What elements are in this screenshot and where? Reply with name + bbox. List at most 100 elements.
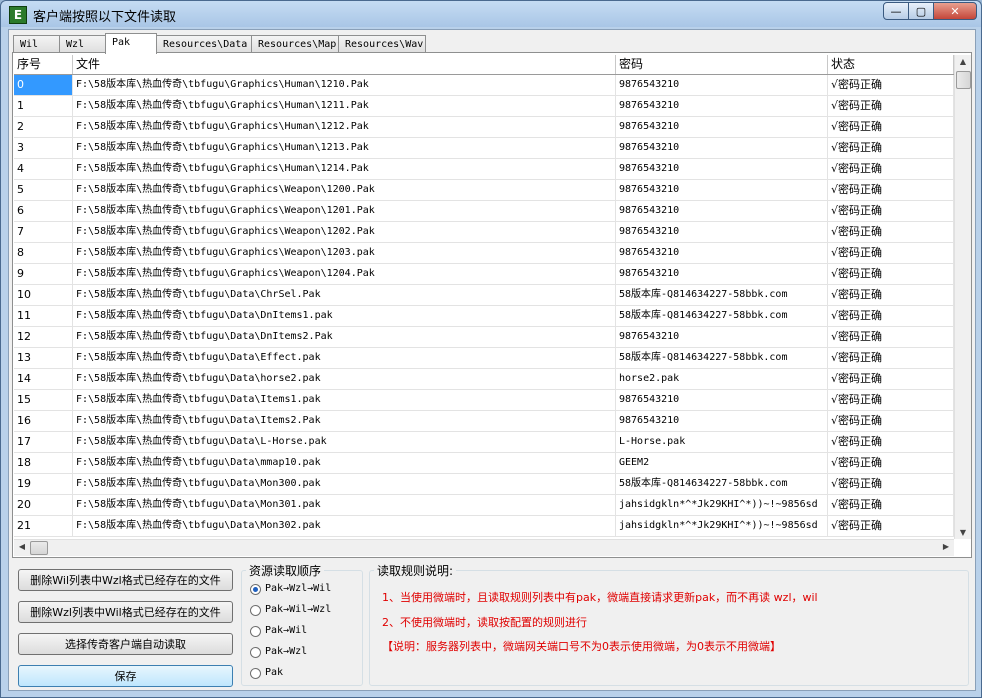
table-row[interactable]: 10 F:\58版本库\热血传奇\tbfugu\Data\ChrSel.Pak 58…: [14, 285, 954, 306]
cell-status[interactable]: √密码正确: [828, 369, 954, 389]
horizontal-scrollbar[interactable]: ◀ ▶: [14, 539, 954, 556]
cell-status[interactable]: √密码正确: [828, 348, 954, 368]
vertical-scroll-thumb[interactable]: [956, 71, 971, 89]
cell-password[interactable]: 9876543210: [616, 327, 828, 347]
cell-file[interactable]: F:\58版本库\热血传奇\tbfugu\Graphics\Human\1214…: [73, 159, 616, 179]
tab-resources-wav[interactable]: Resources\Wav: [338, 35, 426, 53]
cell-password[interactable]: jahsidgkln*^*Jk29KHI^*))~!~9856sd: [616, 495, 828, 515]
cell-password[interactable]: 9876543210: [616, 96, 828, 116]
cell-password[interactable]: 9876543210: [616, 411, 828, 431]
cell-status[interactable]: √密码正确: [828, 327, 954, 347]
cell-status[interactable]: √密码正确: [828, 117, 954, 137]
cell-index[interactable]: 20: [14, 495, 73, 515]
cell-status[interactable]: √密码正确: [828, 243, 954, 263]
cell-file[interactable]: F:\58版本库\热血传奇\tbfugu\Graphics\Human\1210…: [73, 75, 616, 95]
scroll-down-arrow-icon[interactable]: ▼: [955, 528, 971, 537]
cell-password[interactable]: 9876543210: [616, 159, 828, 179]
cell-status[interactable]: √密码正确: [828, 411, 954, 431]
cell-status[interactable]: √密码正确: [828, 432, 954, 452]
cell-status[interactable]: √密码正确: [828, 159, 954, 179]
auto-read-client-button[interactable]: 选择传奇客户端自动读取: [18, 633, 233, 655]
cell-index[interactable]: 7: [14, 222, 73, 242]
scroll-right-arrow-icon[interactable]: ▶: [938, 542, 954, 551]
cell-password[interactable]: 58版本库-Q814634227-58bbk.com: [616, 474, 828, 494]
cell-file[interactable]: F:\58版本库\热血传奇\tbfugu\Graphics\Weapon\120…: [73, 243, 616, 263]
cell-password[interactable]: 9876543210: [616, 180, 828, 200]
cell-status[interactable]: √密码正确: [828, 285, 954, 305]
close-button[interactable]: ✕: [933, 2, 977, 20]
table-row[interactable]: 1 F:\58版本库\热血传奇\tbfugu\Graphics\Human\121…: [14, 96, 954, 117]
cell-index[interactable]: 10: [14, 285, 73, 305]
cell-index[interactable]: 5: [14, 180, 73, 200]
cell-status[interactable]: √密码正确: [828, 390, 954, 410]
cell-index[interactable]: 9: [14, 264, 73, 284]
cell-file[interactable]: F:\58版本库\热血传奇\tbfugu\Data\Mon300.pak: [73, 474, 616, 494]
table-row[interactable]: 0 F:\58版本库\热血传奇\tbfugu\Graphics\Human\121…: [14, 75, 954, 96]
table-row[interactable]: 12 F:\58版本库\热血传奇\tbfugu\Data\DnItems2.Pak…: [14, 327, 954, 348]
cell-file[interactable]: F:\58版本库\热血传奇\tbfugu\Data\Mon301.pak: [73, 495, 616, 515]
cell-status[interactable]: √密码正确: [828, 75, 954, 95]
cell-password[interactable]: 9876543210: [616, 264, 828, 284]
cell-file[interactable]: F:\58版本库\热血传奇\tbfugu\Graphics\Weapon\120…: [73, 180, 616, 200]
cell-index[interactable]: 13: [14, 348, 73, 368]
table-row[interactable]: 15 F:\58版本库\热血传奇\tbfugu\Data\Items1.pak 98…: [14, 390, 954, 411]
cell-file[interactable]: F:\58版本库\热血传奇\tbfugu\Data\DnItems2.Pak: [73, 327, 616, 347]
table-row[interactable]: 2 F:\58版本库\热血传奇\tbfugu\Graphics\Human\121…: [14, 117, 954, 138]
tab-resources-map[interactable]: Resources\Map: [251, 35, 339, 53]
cell-status[interactable]: √密码正确: [828, 453, 954, 473]
cell-password[interactable]: jahsidgkln*^*Jk29KHI^*))~!~9856sd: [616, 516, 828, 536]
cell-index[interactable]: 21: [14, 516, 73, 536]
column-header-file[interactable]: 文件: [73, 55, 616, 74]
tab-wil[interactable]: Wil: [13, 35, 60, 53]
tab-wzl[interactable]: Wzl: [59, 35, 106, 53]
cell-file[interactable]: F:\58版本库\热血传奇\tbfugu\Graphics\Human\1213…: [73, 138, 616, 158]
column-header-index[interactable]: 序号: [14, 55, 73, 74]
radio-order-1[interactable]: Pak→Wil→Wzl: [250, 602, 331, 618]
title-bar[interactable]: E 客户端按照以下文件读取 — ▢ ✕: [1, 1, 981, 27]
table-row[interactable]: 9 F:\58版本库\热血传奇\tbfugu\Graphics\Weapon\12…: [14, 264, 954, 285]
cell-index[interactable]: 0: [14, 75, 73, 95]
radio-order-4[interactable]: Pak: [250, 665, 283, 681]
cell-index[interactable]: 6: [14, 201, 73, 221]
cell-status[interactable]: √密码正确: [828, 495, 954, 515]
table-row[interactable]: 4 F:\58版本库\热血传奇\tbfugu\Graphics\Human\121…: [14, 159, 954, 180]
cell-password[interactable]: 9876543210: [616, 138, 828, 158]
delete-wzl-duplicates-button[interactable]: 删除Wzl列表中Wil格式已经存在的文件: [18, 601, 233, 623]
cell-index[interactable]: 1: [14, 96, 73, 116]
table-row[interactable]: 11 F:\58版本库\热血传奇\tbfugu\Data\DnItems1.pak…: [14, 306, 954, 327]
cell-file[interactable]: F:\58版本库\热血传奇\tbfugu\Data\mmap10.pak: [73, 453, 616, 473]
cell-password[interactable]: 9876543210: [616, 390, 828, 410]
table-row[interactable]: 8 F:\58版本库\热血传奇\tbfugu\Graphics\Weapon\12…: [14, 243, 954, 264]
cell-password[interactable]: 9876543210: [616, 75, 828, 95]
cell-file[interactable]: F:\58版本库\热血传奇\tbfugu\Data\L-Horse.pak: [73, 432, 616, 452]
minimize-button[interactable]: —: [883, 2, 909, 20]
horizontal-scroll-thumb[interactable]: [30, 541, 48, 555]
cell-password[interactable]: 58版本库-Q814634227-58bbk.com: [616, 285, 828, 305]
cell-index[interactable]: 14: [14, 369, 73, 389]
maximize-button[interactable]: ▢: [908, 2, 934, 20]
cell-status[interactable]: √密码正确: [828, 180, 954, 200]
table-row[interactable]: 18 F:\58版本库\热血传奇\tbfugu\Data\mmap10.pak GE…: [14, 453, 954, 474]
cell-password[interactable]: 58版本库-Q814634227-58bbk.com: [616, 348, 828, 368]
cell-file[interactable]: F:\58版本库\热血传奇\tbfugu\Graphics\Human\1212…: [73, 117, 616, 137]
cell-password[interactable]: 9876543210: [616, 117, 828, 137]
cell-status[interactable]: √密码正确: [828, 222, 954, 242]
cell-file[interactable]: F:\58版本库\热血传奇\tbfugu\Data\ChrSel.Pak: [73, 285, 616, 305]
cell-status[interactable]: √密码正确: [828, 306, 954, 326]
cell-index[interactable]: 17: [14, 432, 73, 452]
table-row[interactable]: 5 F:\58版本库\热血传奇\tbfugu\Graphics\Weapon\12…: [14, 180, 954, 201]
table-row[interactable]: 6 F:\58版本库\热血传奇\tbfugu\Graphics\Weapon\12…: [14, 201, 954, 222]
cell-password[interactable]: 9876543210: [616, 201, 828, 221]
radio-order-3[interactable]: Pak→Wzl: [250, 644, 307, 660]
table-row[interactable]: 3 F:\58版本库\热血传奇\tbfugu\Graphics\Human\121…: [14, 138, 954, 159]
cell-index[interactable]: 19: [14, 474, 73, 494]
tab-pak[interactable]: Pak: [105, 33, 157, 54]
column-header-status[interactable]: 状态: [828, 55, 954, 74]
save-button[interactable]: 保存: [18, 665, 233, 687]
cell-index[interactable]: 3: [14, 138, 73, 158]
table-row[interactable]: 14 F:\58版本库\热血传奇\tbfugu\Data\horse2.pak ho…: [14, 369, 954, 390]
table-row[interactable]: 7 F:\58版本库\热血传奇\tbfugu\Graphics\Weapon\12…: [14, 222, 954, 243]
cell-file[interactable]: F:\58版本库\热血传奇\tbfugu\Graphics\Weapon\120…: [73, 201, 616, 221]
cell-index[interactable]: 11: [14, 306, 73, 326]
table-row[interactable]: 13 F:\58版本库\热血传奇\tbfugu\Data\Effect.pak 58…: [14, 348, 954, 369]
